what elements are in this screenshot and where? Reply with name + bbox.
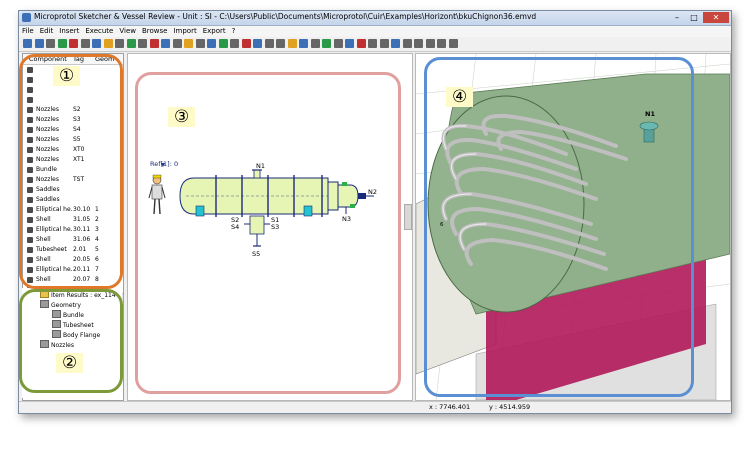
toolbar-icon[interactable] [69, 39, 78, 48]
toolbar-icon[interactable] [368, 39, 377, 48]
toolbar-icon[interactable] [276, 39, 285, 48]
toolbar-icon[interactable] [437, 39, 446, 48]
status-bar: x : 7746.401 y : 4514.959 [19, 401, 731, 413]
toolbar-icon[interactable] [333, 39, 343, 48]
toolbar-icon[interactable] [172, 39, 182, 48]
toolbar-icon[interactable] [218, 39, 228, 48]
toolbar-icon[interactable] [402, 39, 412, 48]
toolbar-icon[interactable] [80, 39, 90, 48]
annotation-number-1: ① [53, 66, 81, 86]
menu-import[interactable]: Import [170, 26, 199, 37]
toolbar-icon[interactable] [46, 39, 55, 48]
menu-help[interactable]: ? [229, 26, 239, 37]
status-y: y : 4514.959 [489, 403, 531, 411]
toolbar-icon[interactable] [92, 39, 101, 48]
toolbar-icon[interactable] [34, 39, 44, 48]
menu-view[interactable]: View [116, 26, 139, 37]
toolbar-icon[interactable] [448, 39, 458, 48]
toolbar-icon[interactable] [299, 39, 308, 48]
menu-file[interactable]: File [19, 26, 37, 37]
menu-export[interactable]: Export [200, 26, 229, 37]
toolbar [19, 37, 731, 52]
menu-edit[interactable]: Edit [37, 26, 57, 37]
toolbar-icon[interactable] [138, 39, 147, 48]
app-icon [22, 13, 31, 22]
menu-insert[interactable]: Insert [56, 26, 82, 37]
toolbar-icon[interactable] [23, 39, 32, 48]
toolbar-icon[interactable] [310, 39, 320, 48]
annotation-box-4 [424, 57, 694, 397]
toolbar-icon[interactable] [161, 39, 170, 48]
toolbar-icon[interactable] [195, 39, 205, 48]
toolbar-icon[interactable] [149, 39, 159, 48]
close-button[interactable]: ✕ [703, 12, 729, 23]
minimize-button[interactable]: – [669, 12, 685, 23]
annotation-box-1 [19, 54, 123, 289]
maximize-button[interactable]: □ [686, 12, 702, 23]
toolbar-icon[interactable] [241, 39, 251, 48]
status-x: x : 7746.401 [429, 403, 471, 411]
toolbar-icon[interactable] [57, 39, 67, 48]
menu-browse[interactable]: Browse [139, 26, 171, 37]
window-title: Microprotol Sketcher & Vessel Review - U… [34, 12, 537, 21]
annotation-number-2: ② [56, 353, 84, 373]
toolbar-icon[interactable] [322, 39, 331, 48]
toolbar-icon[interactable] [126, 39, 136, 48]
splitter-handle[interactable] [404, 204, 412, 230]
toolbar-icon[interactable] [207, 39, 216, 48]
toolbar-icon[interactable] [345, 39, 354, 48]
toolbar-icon[interactable] [391, 39, 400, 48]
menu-bar: File Edit Insert Execute View Browse Import Exp… [19, 26, 731, 37]
toolbar-icon[interactable] [414, 39, 423, 48]
toolbar-icon[interactable] [230, 39, 239, 48]
toolbar-icon[interactable] [115, 39, 124, 48]
toolbar-icon[interactable] [287, 39, 297, 48]
toolbar-icon[interactable] [425, 39, 435, 48]
annotation-number-4: ④ [446, 87, 474, 107]
annotation-box-2 [19, 289, 123, 393]
annotation-number-3: ③ [168, 107, 196, 127]
toolbar-icon[interactable] [184, 39, 193, 48]
toolbar-icon[interactable] [253, 39, 262, 48]
toolbar-icon[interactable] [264, 39, 274, 48]
toolbar-icon[interactable] [103, 39, 113, 48]
menu-execute[interactable]: Execute [82, 26, 116, 37]
toolbar-icon[interactable] [379, 39, 389, 48]
title-bar[interactable]: Microprotol Sketcher & Vessel Review - U… [19, 11, 731, 26]
toolbar-icon[interactable] [356, 39, 366, 48]
